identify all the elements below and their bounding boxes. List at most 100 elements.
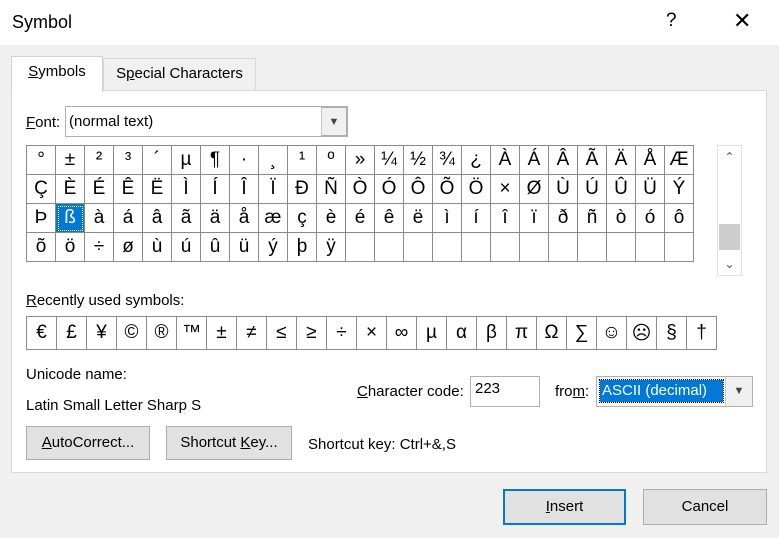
symbol-cell[interactable]: ò — [606, 203, 636, 233]
symbol-cell[interactable]: Ô — [403, 174, 433, 204]
recent-symbol-cell[interactable]: ☹ — [626, 316, 657, 350]
recent-symbol-cell[interactable]: € — [26, 316, 57, 350]
shortcut-key-button[interactable]: Shortcut Key... — [166, 426, 292, 460]
symbol-cell[interactable]: Æ — [664, 145, 694, 175]
symbol-cell[interactable]: ë — [403, 203, 433, 233]
symbol-cell[interactable]: ¿ — [461, 145, 491, 175]
symbol-cell[interactable]: ± — [55, 145, 85, 175]
symbol-cell[interactable]: è — [316, 203, 346, 233]
chevron-down-icon[interactable]: ▼ — [725, 377, 752, 406]
help-button[interactable]: ? — [666, 10, 677, 32]
symbol-cell[interactable]: ÷ — [84, 232, 114, 262]
symbol-cell[interactable]: Å — [635, 145, 665, 175]
from-dropdown[interactable]: ASCII (decimal) ▼ — [596, 376, 753, 407]
symbol-cell[interactable] — [519, 232, 549, 262]
symbol-cell[interactable]: õ — [26, 232, 56, 262]
symbol-cell[interactable]: · — [229, 145, 259, 175]
symbol-cell[interactable]: ç — [287, 203, 317, 233]
symbol-cell[interactable]: ø — [113, 232, 143, 262]
symbol-cell[interactable]: â — [142, 203, 172, 233]
symbol-cell[interactable]: ã — [171, 203, 201, 233]
symbol-cell[interactable]: Ä — [606, 145, 636, 175]
symbol-cell[interactable] — [345, 232, 375, 262]
autocorrect-button[interactable]: AutoCorrect... — [26, 426, 150, 460]
cancel-button[interactable]: Cancel — [643, 489, 767, 525]
scroll-down-icon[interactable]: ⌄ — [718, 253, 741, 275]
symbol-cell[interactable]: å — [229, 203, 259, 233]
symbol-cell[interactable]: é — [345, 203, 375, 233]
symbol-cell[interactable] — [606, 232, 636, 262]
recent-symbol-cell[interactable]: † — [686, 316, 717, 350]
symbol-cell[interactable]: ñ — [577, 203, 607, 233]
symbol-cell[interactable]: û — [200, 232, 230, 262]
symbol-cell[interactable]: ¾ — [432, 145, 462, 175]
symbol-cell[interactable] — [577, 232, 607, 262]
recent-symbol-cell[interactable]: × — [356, 316, 387, 350]
symbol-cell[interactable] — [548, 232, 578, 262]
symbol-cell[interactable]: Ú — [577, 174, 607, 204]
recent-symbol-cell[interactable]: ≠ — [236, 316, 267, 350]
symbol-cell[interactable]: Û — [606, 174, 636, 204]
symbol-cell[interactable]: ³ — [113, 145, 143, 175]
scroll-thumb[interactable] — [719, 224, 740, 250]
symbol-cell[interactable]: Ç — [26, 174, 56, 204]
recent-symbol-cell[interactable]: π — [506, 316, 537, 350]
recent-symbol-cell[interactable]: ™ — [176, 316, 207, 350]
recent-symbol-cell[interactable]: ÷ — [326, 316, 357, 350]
symbol-cell[interactable]: ¹ — [287, 145, 317, 175]
symbol-cell[interactable]: Ý — [664, 174, 694, 204]
symbol-cell[interactable]: Â — [548, 145, 578, 175]
character-code-input[interactable]: 223 — [470, 376, 540, 407]
recent-symbol-cell[interactable]: α — [446, 316, 477, 350]
recent-symbol-cell[interactable]: Ω — [536, 316, 567, 350]
symbol-cell[interactable]: Ó — [374, 174, 404, 204]
symbol-cell[interactable]: ó — [635, 203, 665, 233]
symbol-cell[interactable] — [374, 232, 404, 262]
symbol-cell[interactable] — [461, 232, 491, 262]
symbol-cell[interactable]: È — [55, 174, 85, 204]
recent-symbol-cell[interactable]: ¥ — [86, 316, 117, 350]
symbol-cell[interactable]: Ø — [519, 174, 549, 204]
symbol-cell[interactable]: ´ — [142, 145, 172, 175]
symbol-cell[interactable]: á — [113, 203, 143, 233]
symbol-cell[interactable]: ¸ — [258, 145, 288, 175]
symbol-cell[interactable]: ² — [84, 145, 114, 175]
symbol-cell[interactable]: ÿ — [316, 232, 346, 262]
recent-symbol-cell[interactable]: ☺ — [596, 316, 627, 350]
recent-symbol-cell[interactable]: © — [116, 316, 147, 350]
font-dropdown[interactable]: (normal text) ▼ — [65, 106, 348, 137]
insert-button[interactable]: Insert — [503, 489, 626, 525]
recent-symbol-cell[interactable]: ≥ — [296, 316, 327, 350]
symbol-cell[interactable]: Ì — [171, 174, 201, 204]
symbol-cell[interactable]: Á — [519, 145, 549, 175]
symbol-cell[interactable]: ê — [374, 203, 404, 233]
recent-symbol-cell[interactable]: ± — [206, 316, 237, 350]
recent-symbol-cell[interactable]: ® — [146, 316, 177, 350]
recent-symbol-cell[interactable]: § — [656, 316, 687, 350]
symbol-cell[interactable]: » — [345, 145, 375, 175]
symbol-cell[interactable]: ä — [200, 203, 230, 233]
symbol-cell[interactable]: Ë — [142, 174, 172, 204]
symbol-cell[interactable]: ½ — [403, 145, 433, 175]
recent-symbol-cell[interactable]: £ — [56, 316, 87, 350]
symbol-cell[interactable]: × — [490, 174, 520, 204]
symbol-grid-scrollbar[interactable]: ⌃ ⌄ — [717, 145, 742, 276]
symbol-cell[interactable]: à — [84, 203, 114, 233]
scroll-up-icon[interactable]: ⌃ — [718, 146, 741, 168]
symbol-cell[interactable]: Ð — [287, 174, 317, 204]
symbol-cell[interactable]: Ò — [345, 174, 375, 204]
symbol-cell[interactable]: ¶ — [200, 145, 230, 175]
symbol-cell[interactable]: þ — [287, 232, 317, 262]
symbol-cell[interactable]: ï — [519, 203, 549, 233]
symbol-cell[interactable]: ù — [142, 232, 172, 262]
symbol-cell[interactable]: Õ — [432, 174, 462, 204]
recent-symbol-cell[interactable]: ∑ — [566, 316, 597, 350]
symbol-cell[interactable]: î — [490, 203, 520, 233]
recent-symbol-cell[interactable]: ∞ — [386, 316, 417, 350]
symbol-cell[interactable]: Ö — [461, 174, 491, 204]
symbol-cell[interactable]: ì — [432, 203, 462, 233]
symbol-cell[interactable]: Ù — [548, 174, 578, 204]
chevron-down-icon[interactable]: ▼ — [321, 107, 347, 136]
symbol-cell[interactable]: Ã — [577, 145, 607, 175]
symbol-cell[interactable]: æ — [258, 203, 288, 233]
